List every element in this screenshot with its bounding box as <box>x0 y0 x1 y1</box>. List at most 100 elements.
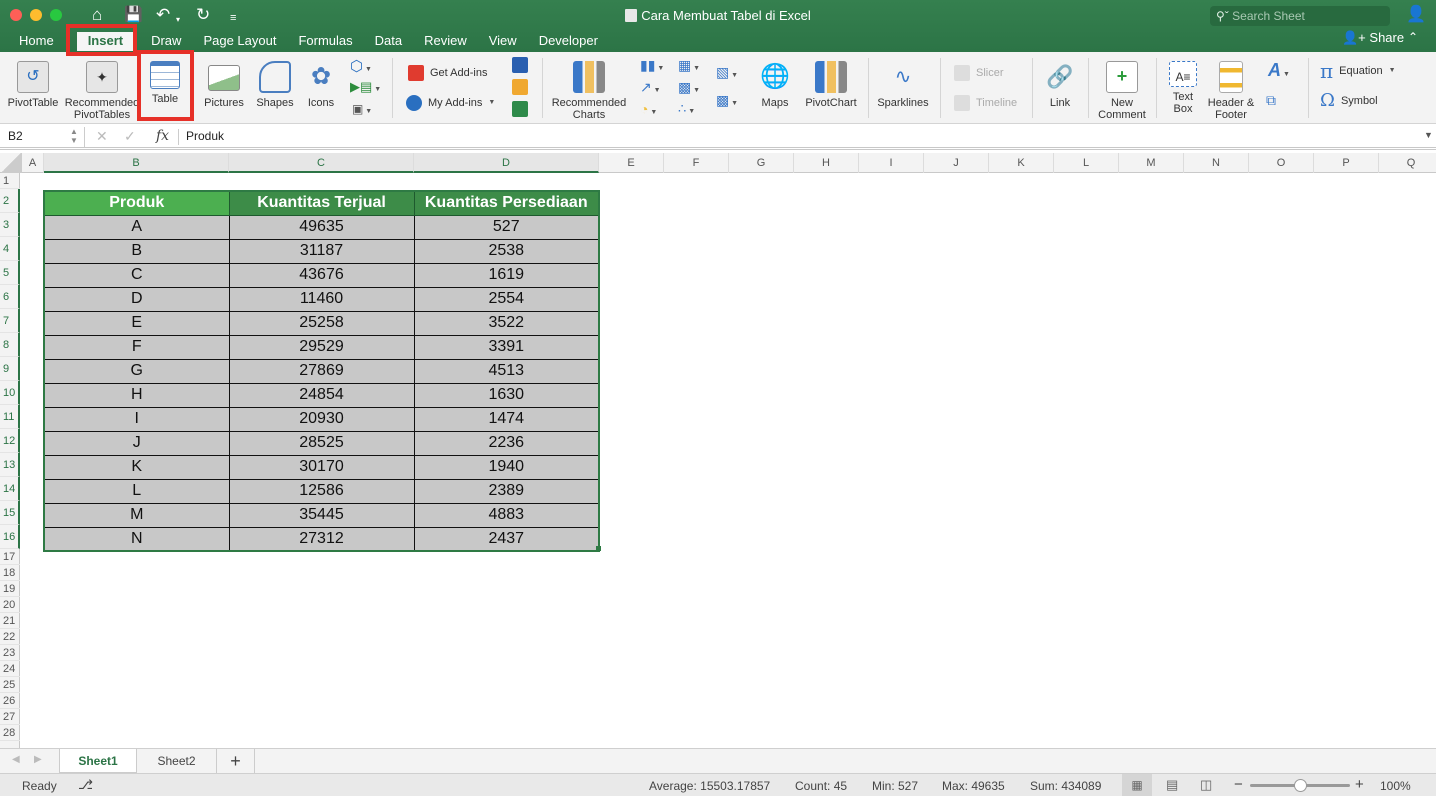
link-button[interactable]: 🔗 Link <box>1040 61 1080 109</box>
cell-kuantitas-persediaan[interactable]: 1940 <box>413 454 600 480</box>
cell-kuantitas-persediaan[interactable]: 3522 <box>413 310 600 336</box>
row-header-6[interactable]: 6 <box>0 285 20 309</box>
macro-record-icon[interactable]: ⎇ <box>78 777 93 793</box>
formula-input[interactable]: Produk <box>186 129 1406 143</box>
scatter-chart-icon[interactable]: ∴ ▼ <box>678 101 695 117</box>
cell-kuantitas-terjual[interactable]: 27869 <box>228 358 415 384</box>
recommended-charts-button[interactable]: Recommended Charts <box>550 61 628 121</box>
row-header-4[interactable]: 4 <box>0 237 20 261</box>
cell-kuantitas-terjual[interactable]: 29529 <box>228 334 415 360</box>
cancel-icon[interactable]: ✕ <box>96 128 108 145</box>
column-header-o[interactable]: O <box>1249 153 1314 173</box>
people-graph-icon[interactable] <box>512 101 528 117</box>
row-header-24[interactable]: 24 <box>0 661 20 677</box>
row-header-19[interactable]: 19 <box>0 581 20 597</box>
tab-page-layout[interactable]: Page Layout <box>192 30 287 52</box>
cell-kuantitas-terjual[interactable]: 35445 <box>228 502 415 528</box>
recommended-pivot-tables-button[interactable]: ✦ Recommended PivotTables <box>64 61 140 121</box>
column-header-j[interactable]: J <box>924 153 989 173</box>
cell-produk[interactable]: E <box>43 310 230 336</box>
cell-produk[interactable]: F <box>43 334 230 360</box>
cell-kuantitas-persediaan[interactable]: 2538 <box>413 238 600 264</box>
row-header-13[interactable]: 13 <box>0 453 20 477</box>
statistic-chart-icon[interactable]: ▩ ▼ <box>678 79 700 96</box>
cell-kuantitas-terjual[interactable]: 31187 <box>228 238 415 264</box>
smartart-icon[interactable]: ▶▤ ▼ <box>350 79 381 95</box>
tab-developer[interactable]: Developer <box>528 30 609 52</box>
share-button[interactable]: 👤+ Share <box>1342 30 1404 46</box>
tab-view[interactable]: View <box>478 30 528 52</box>
text-box-button[interactable]: A≡ Text Box <box>1164 61 1202 115</box>
cell-kuantitas-persediaan[interactable]: 2236 <box>413 430 600 456</box>
timeline-button[interactable]: Timeline <box>954 95 1017 111</box>
column-header-b[interactable]: B <box>44 153 229 173</box>
scroll-right-icon[interactable]: ▶ <box>34 754 42 765</box>
row-header-16[interactable]: 16 <box>0 525 20 549</box>
cell-produk[interactable]: B <box>43 238 230 264</box>
zoom-out-button[interactable]: − <box>1234 776 1243 793</box>
search-sheet-input[interactable]: ⚲ˇ Search Sheet <box>1210 6 1390 26</box>
cell-produk[interactable]: K <box>43 454 230 480</box>
add-sheet-button[interactable]: + <box>217 749 255 773</box>
column-header-n[interactable]: N <box>1184 153 1249 173</box>
scroll-left-icon[interactable]: ◀ <box>12 754 20 765</box>
zoom-slider-thumb[interactable] <box>1294 779 1307 792</box>
column-header-i[interactable]: I <box>859 153 924 173</box>
row-header-28[interactable]: 28 <box>0 725 20 741</box>
zoom-slider[interactable] <box>1250 779 1350 792</box>
cell-produk[interactable]: A <box>43 214 230 240</box>
page-layout-view-icon[interactable]: ▤ <box>1166 777 1178 793</box>
account-icon[interactable]: 👤 <box>1406 5 1426 25</box>
cell-produk[interactable]: M <box>43 502 230 528</box>
row-header-27[interactable]: 27 <box>0 709 20 725</box>
row-header-2[interactable]: 2 <box>0 189 20 213</box>
shapes-button[interactable]: Shapes <box>252 61 298 109</box>
row-header-15[interactable]: 15 <box>0 501 20 525</box>
column-header-l[interactable]: L <box>1054 153 1119 173</box>
row-header-26[interactable]: 26 <box>0 693 20 709</box>
visio-icon[interactable] <box>512 57 528 73</box>
row-header-7[interactable]: 7 <box>0 309 20 333</box>
cell-kuantitas-terjual[interactable]: 28525 <box>228 430 415 456</box>
hierarchy-chart-icon[interactable]: ▦ ▼ <box>678 57 700 74</box>
cell-kuantitas-terjual[interactable]: 25258 <box>228 310 415 336</box>
pictures-button[interactable]: Pictures <box>200 61 248 109</box>
row-header-21[interactable]: 21 <box>0 613 20 629</box>
column-header-f[interactable]: F <box>664 153 729 173</box>
column-header-d[interactable]: D <box>414 153 599 173</box>
row-header-18[interactable]: 18 <box>0 565 20 581</box>
bing-icon[interactable] <box>512 79 528 95</box>
column-header-a[interactable]: A <box>22 153 44 173</box>
fill-handle[interactable] <box>596 546 601 551</box>
new-comment-button[interactable]: + New Comment <box>1094 61 1150 121</box>
normal-view-button[interactable]: ▦ <box>1122 774 1152 796</box>
enter-icon[interactable]: ✓ <box>124 128 136 145</box>
sparklines-button[interactable]: ∿ Sparklines <box>874 61 932 109</box>
object-icon[interactable]: ⧉ <box>1266 92 1276 109</box>
cell-kuantitas-persediaan[interactable]: 2437 <box>413 526 600 552</box>
cell-kuantitas-persediaan[interactable]: 1474 <box>413 406 600 432</box>
cell-kuantitas-persediaan[interactable]: 527 <box>413 214 600 240</box>
column-header-e[interactable]: E <box>599 153 664 173</box>
slicer-button[interactable]: Slicer <box>954 65 1004 81</box>
my-addins-button[interactable]: My Add-ins ▼ <box>406 95 495 111</box>
cell-produk[interactable]: L <box>43 478 230 504</box>
cell-kuantitas-persediaan[interactable]: 4883 <box>413 502 600 528</box>
cell-kuantitas-persediaan[interactable]: 1619 <box>413 262 600 288</box>
row-header-25[interactable]: 25 <box>0 677 20 693</box>
row-header-11[interactable]: 11 <box>0 405 20 429</box>
tab-data[interactable]: Data <box>364 30 413 52</box>
zoom-level[interactable]: 100% <box>1380 779 1411 793</box>
tab-formulas[interactable]: Formulas <box>287 30 363 52</box>
line-chart-icon[interactable]: ↗ ▼ <box>640 79 661 96</box>
equation-button[interactable]: π Equation ▼ <box>1320 61 1396 81</box>
expand-formula-icon[interactable]: ▼ <box>1424 130 1433 140</box>
cell-kuantitas-terjual[interactable]: 49635 <box>228 214 415 240</box>
cell-kuantitas-terjual[interactable]: 11460 <box>228 286 415 312</box>
row-header-8[interactable]: 8 <box>0 333 20 357</box>
3d-models-icon[interactable]: ⬡ ▼ <box>350 57 372 75</box>
name-box-stepper-icon[interactable]: ▲ ▼ <box>70 127 78 145</box>
page-break-view-icon[interactable]: ◫ <box>1200 777 1212 793</box>
column-header-k[interactable]: K <box>989 153 1054 173</box>
column-header-g[interactable]: G <box>729 153 794 173</box>
